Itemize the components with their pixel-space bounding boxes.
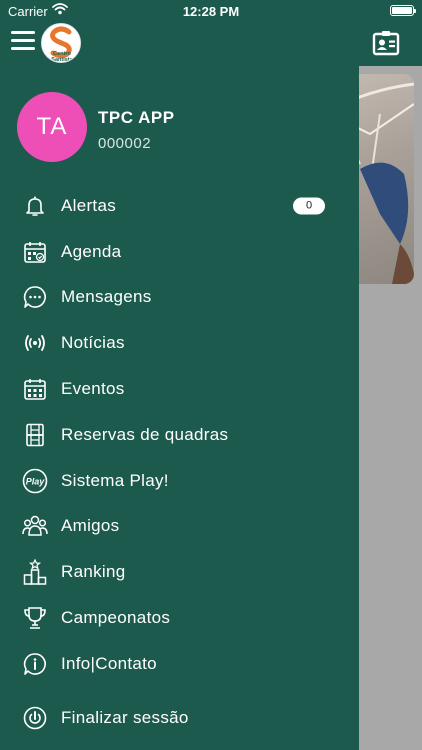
menu-item-campeonatos[interactable]: Campeonatos — [0, 595, 359, 641]
broadcast-icon — [22, 330, 48, 356]
menu-item-label: Finalizar sessão — [61, 707, 189, 727]
podium-icon — [22, 559, 48, 586]
friends-icon — [22, 513, 48, 539]
power-icon — [22, 705, 48, 731]
menu-item-amigos[interactable]: Amigos — [0, 504, 359, 550]
profile-header[interactable]: TA TPC APP 000002 — [17, 92, 347, 164]
menu-item-label: Ranking — [61, 562, 126, 582]
logo-text-line2: Santista — [51, 57, 73, 63]
menu-item-reservas[interactable]: Reservas de quadras — [0, 412, 359, 458]
profile-name: TPC APP — [98, 108, 175, 127]
trophy-icon — [22, 605, 48, 631]
profile-id: 000002 — [98, 135, 152, 152]
menu-item-agenda[interactable]: Agenda — [0, 229, 359, 275]
menu-hamburger-icon[interactable] — [11, 31, 35, 51]
menu-item-label: Info|Contato — [61, 653, 157, 673]
menu-item-ranking[interactable]: Ranking — [0, 549, 359, 595]
menu-item-sistema-play[interactable]: Play Sistema Play! — [0, 458, 359, 504]
menu-item-info-contato[interactable]: Info|Contato — [0, 641, 359, 687]
menu-item-eventos[interactable]: Eventos — [0, 366, 359, 412]
alert-count-badge: 0 — [293, 197, 325, 215]
menu-item-label: Amigos — [61, 516, 120, 536]
calendar-check-icon — [22, 239, 48, 265]
avatar[interactable]: TA — [17, 92, 87, 162]
drawer-menu: Alertas 0 Agenda Mensagens Notícias Even… — [0, 183, 359, 741]
battery-icon — [390, 5, 416, 16]
menu-item-noticias[interactable]: Notícias — [0, 320, 359, 366]
menu-item-label: Reservas de quadras — [61, 424, 229, 444]
menu-item-label: Agenda — [61, 241, 122, 261]
bell-icon — [22, 193, 48, 219]
menu-item-logout[interactable]: Finalizar sessão — [0, 695, 359, 741]
menu-item-label: Eventos — [61, 379, 125, 399]
menu-item-label: Sistema Play! — [61, 470, 169, 490]
play-logo-icon: Play — [22, 468, 48, 494]
side-drawer: TA TPC APP 000002 Alertas 0 Agenda Mensa… — [0, 66, 359, 750]
court-icon — [22, 422, 48, 448]
chat-bubble-icon — [22, 284, 48, 310]
id-card-icon[interactable] — [372, 30, 400, 56]
svg-text:Play: Play — [26, 476, 46, 486]
menu-item-label: Alertas — [61, 195, 117, 215]
clock: 12:28 PM — [182, 4, 240, 19]
status-bar: Carrier 12:28 PM — [0, 0, 422, 22]
menu-item-label: Notícias — [61, 333, 125, 353]
calendar-grid-icon — [22, 376, 48, 402]
info-bubble-icon — [22, 651, 48, 677]
menu-item-alertas[interactable]: Alertas 0 — [0, 183, 359, 229]
menu-item-label: Campeonatos — [61, 608, 171, 628]
menu-item-label: Mensagens — [61, 287, 152, 307]
app-header: Centro Santista — [0, 22, 422, 66]
club-logo[interactable]: Centro Santista — [41, 23, 81, 63]
menu-item-mensagens[interactable]: Mensagens — [0, 275, 359, 321]
